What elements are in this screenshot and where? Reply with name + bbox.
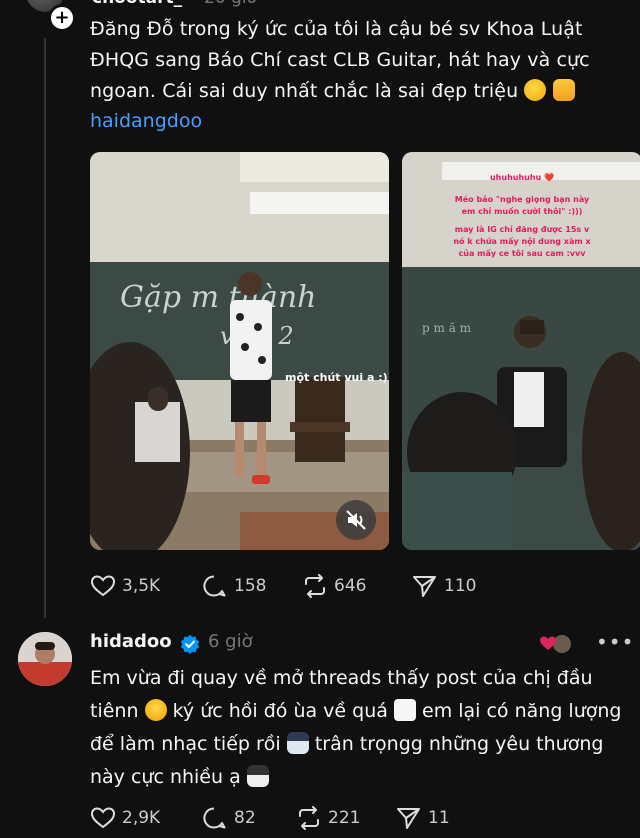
- heart-icon: [90, 575, 116, 597]
- reply-repost-button[interactable]: 221: [296, 806, 360, 830]
- person-emoji-icon: [286, 732, 309, 754]
- like-button[interactable]: 3,5K: [90, 574, 160, 598]
- reply-text: Em vừa đi quay về mở threads thấy post c…: [90, 662, 630, 794]
- video2-caption-line6: của mấy ce tôi sau cam :vvv: [459, 248, 587, 258]
- mention-link[interactable]: haidangdoo: [90, 110, 202, 132]
- video2-caption-line4: may là IG chỉ đăng được 15s v: [455, 224, 590, 234]
- repost-icon: [299, 806, 319, 830]
- thread-connector-line: [44, 38, 46, 618]
- share-button[interactable]: 110: [412, 574, 476, 598]
- board-handwriting-1: Gặp m thành: [120, 280, 316, 315]
- classroom-scene-1: Gặp m thành viên 2 một chút vui a :)): [90, 152, 389, 550]
- shushing-face-emoji-icon: [524, 79, 547, 101]
- share-icon: [397, 808, 420, 829]
- post-text-body: Đăng Đỗ trong ký ức của tôi là cậu bé sv…: [90, 18, 590, 102]
- post-time: 20 giờ: [204, 0, 257, 8]
- share-count: 110: [444, 576, 477, 596]
- video2-caption-line3: em chỉ muốn cười thôi" :))): [462, 206, 583, 216]
- reply-icon: [203, 575, 226, 597]
- avatar-image: [18, 632, 72, 686]
- video2-caption-line1: uhuhuhuhu ❤️: [490, 173, 554, 182]
- share-icon: [413, 576, 436, 597]
- reply-username[interactable]: hidadoo: [90, 631, 172, 652]
- heart-icon: [90, 807, 116, 829]
- repost-icon: [305, 574, 325, 598]
- reply-time: 6 giờ: [208, 631, 253, 652]
- fist-emoji-icon: [552, 79, 575, 101]
- post-username[interactable]: chootart_: [92, 0, 182, 8]
- repost-count: 646: [334, 576, 367, 596]
- board-writing-2: p m ă m: [422, 321, 472, 335]
- author-liked-indicator: [538, 632, 574, 656]
- verified-icon: [180, 634, 200, 654]
- repost-button[interactable]: 646: [302, 574, 366, 598]
- post-text: Đăng Đỗ trong ký ức của tôi là cậu bé sv…: [90, 14, 630, 107]
- reply-share-button[interactable]: 11: [396, 806, 450, 830]
- classroom-scene-2: p m ă m uhuhuhuhu ❤️ Méo bảo "nghe giọng…: [402, 152, 640, 550]
- reply-button[interactable]: 158: [202, 574, 266, 598]
- reply-icon: [203, 807, 226, 829]
- flushed-face-emoji-icon: [144, 699, 167, 721]
- reply-count: 158: [234, 576, 267, 596]
- video2-caption-line2: Méo bảo "nghe giọng bạn này: [455, 194, 590, 204]
- video-thumbnail-1[interactable]: Gặp m thành viên 2 một chút vui a :)): [90, 152, 389, 550]
- video2-caption-line5: nó k chứa mấy nội dung xàm x: [453, 236, 591, 246]
- reply-share-count: 11: [428, 808, 450, 828]
- mute-icon: [346, 510, 366, 530]
- video-caption-1: một chút vui a :)): [285, 371, 389, 384]
- follow-plus-icon[interactable]: +: [48, 4, 76, 32]
- like-count: 3,5K: [122, 576, 161, 596]
- reply-text-part-2: ký ức hồi đó ùa về quá: [172, 700, 388, 722]
- liked-by-author-icon: [540, 633, 573, 655]
- white-heart-emoji-icon: [393, 699, 416, 721]
- reply-repost-count: 221: [328, 808, 361, 828]
- reply-like-button[interactable]: 2,9K: [90, 806, 160, 830]
- reply-like-count: 2,9K: [122, 808, 161, 828]
- reply-reply-count: 82: [234, 808, 256, 828]
- bowing-person-emoji-icon: [246, 765, 269, 787]
- mute-button[interactable]: [336, 500, 376, 540]
- more-options-icon[interactable]: •••: [596, 630, 634, 654]
- reply-author-avatar[interactable]: [18, 632, 72, 686]
- reply-reply-button[interactable]: 82: [202, 806, 256, 830]
- video-thumbnail-2[interactable]: p m ă m uhuhuhuhu ❤️ Méo bảo "nghe giọng…: [402, 152, 640, 550]
